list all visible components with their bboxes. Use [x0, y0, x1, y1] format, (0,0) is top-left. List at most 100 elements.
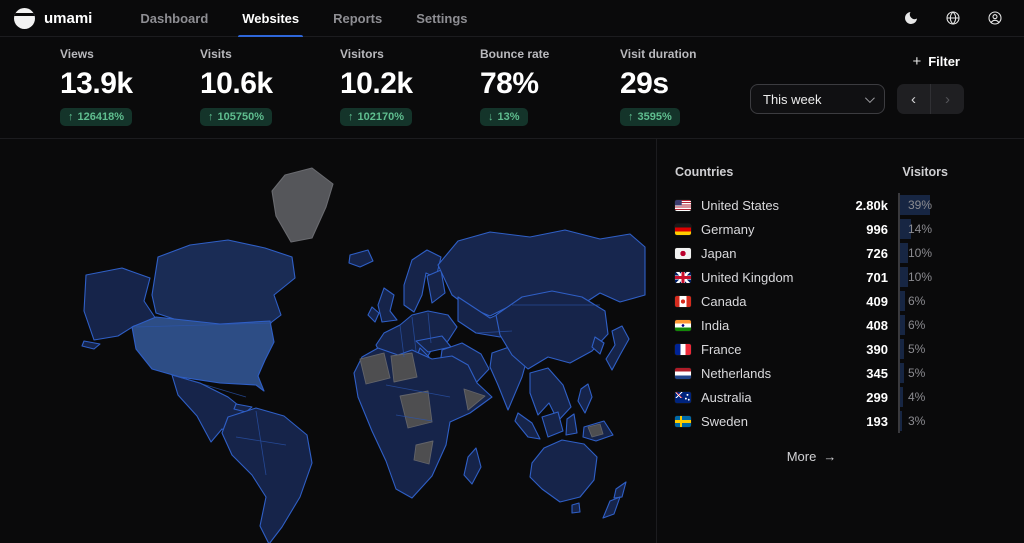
- map-region-nz-south[interactable]: [603, 497, 620, 518]
- metric-label: Views: [60, 47, 152, 61]
- percent-cell: 5%: [898, 361, 948, 385]
- metric-visit-duration: Visit duration 29s ↑3595%: [620, 47, 712, 126]
- metric-change-badge: ↑3595%: [620, 108, 680, 126]
- metric-value: 10.6k: [200, 67, 292, 100]
- map-region-se-asia[interactable]: [530, 368, 571, 421]
- flag-icon-us: [675, 200, 691, 211]
- map-region-nz-north[interactable]: [614, 482, 626, 498]
- metric-label: Visitors: [340, 47, 432, 61]
- map-region-tasmania[interactable]: [572, 503, 580, 513]
- theme-toggle-moon-icon[interactable]: [900, 7, 922, 29]
- profile-user-icon[interactable]: [984, 7, 1006, 29]
- arrow-up-icon: ↑: [68, 111, 74, 123]
- chevron-down-icon: [865, 93, 875, 103]
- metric-value: 29s: [620, 67, 712, 100]
- metric-visitors: Visitors 10.2k ↑102170%: [340, 47, 432, 126]
- world-map[interactable]: [60, 145, 646, 543]
- flag-icon-nl: [675, 368, 691, 379]
- metric-change-badge: ↑105750%: [200, 108, 272, 126]
- nav-item-dashboard[interactable]: Dashboard: [126, 0, 222, 37]
- map-region-philippines[interactable]: [578, 384, 592, 413]
- language-globe-icon[interactable]: [942, 7, 964, 29]
- map-region-iceland[interactable]: [349, 250, 373, 267]
- country-row-canada[interactable]: Canada 409 6%: [675, 289, 948, 313]
- map-region-ireland[interactable]: [368, 307, 379, 322]
- arrow-down-icon: ↓: [488, 111, 494, 123]
- metric-views: Views 13.9k ↑126418%: [60, 47, 152, 126]
- brand[interactable]: umami: [14, 8, 92, 29]
- percent-cell: 39%: [898, 193, 948, 217]
- metric-label: Visit duration: [620, 47, 712, 61]
- map-nodata-sahara-west[interactable]: [360, 353, 390, 384]
- percent-cell: 6%: [898, 313, 948, 337]
- map-region-canada[interactable]: [152, 240, 295, 331]
- nav-item-reports[interactable]: Reports: [319, 0, 396, 37]
- world-map-panel: [60, 139, 656, 543]
- country-row-netherlands[interactable]: Netherlands 345 5%: [675, 361, 948, 385]
- arrow-up-icon: ↑: [348, 111, 354, 123]
- metric-bounce-rate: Bounce rate 78% ↓13%: [480, 47, 572, 126]
- country-row-japan[interactable]: Japan 726 10%: [675, 241, 948, 265]
- country-row-australia[interactable]: Australia 299 4%: [675, 385, 948, 409]
- country-row-united-states[interactable]: United States 2.80k 39%: [675, 193, 948, 217]
- percent-cell: 5%: [898, 337, 948, 361]
- map-region-uk[interactable]: [378, 288, 397, 322]
- filter-button[interactable]: + Filter: [908, 51, 964, 72]
- flag-icon-in: [675, 320, 691, 331]
- map-region-sulawesi[interactable]: [566, 414, 577, 435]
- percent-cell: 10%: [898, 241, 948, 265]
- metrics-bar: Views 13.9k ↑126418% Visits 10.6k ↑10575…: [60, 37, 964, 138]
- next-period-button[interactable]: ›: [931, 84, 964, 114]
- date-range-value: This week: [763, 92, 822, 107]
- map-region-japan[interactable]: [606, 326, 629, 370]
- percent-cell: 10%: [898, 265, 948, 289]
- arrow-up-icon: ↑: [628, 111, 634, 123]
- flag-icon-ca: [675, 296, 691, 307]
- date-range-select[interactable]: This week: [750, 84, 885, 114]
- metric-change-badge: ↑102170%: [340, 108, 412, 126]
- countries-panel: Countries Visitors United States 2.80k 3…: [657, 139, 964, 543]
- metric-value: 78%: [480, 67, 572, 100]
- visitors-header: Visitors: [902, 165, 948, 179]
- header-actions: [900, 7, 1006, 29]
- flag-icon-jp: [675, 248, 691, 259]
- map-region-sumatra[interactable]: [515, 413, 540, 439]
- main-nav: Dashboard Websites Reports Settings: [126, 0, 481, 37]
- country-row-india[interactable]: India 408 6%: [675, 313, 948, 337]
- country-row-germany[interactable]: Germany 996 14%: [675, 217, 948, 241]
- plus-icon: +: [912, 53, 921, 70]
- date-pager: ‹ ›: [897, 84, 964, 114]
- nav-item-settings[interactable]: Settings: [402, 0, 481, 37]
- flag-icon-se: [675, 416, 691, 427]
- metric-change-badge: ↑126418%: [60, 108, 132, 126]
- map-region-aleutians[interactable]: [82, 341, 100, 349]
- map-region-usa[interactable]: [132, 317, 274, 391]
- top-navbar: umami Dashboard Websites Reports Setting…: [0, 0, 1024, 37]
- map-region-greenland[interactable]: [272, 168, 333, 242]
- arrow-right-icon: →: [823, 449, 836, 464]
- metric-label: Bounce rate: [480, 47, 572, 61]
- map-region-australia[interactable]: [530, 440, 597, 502]
- map-region-south-america[interactable]: [222, 408, 312, 543]
- metric-visits: Visits 10.6k ↑105750%: [200, 47, 292, 126]
- arrow-up-icon: ↑: [208, 111, 214, 123]
- map-nodata-sahara-east[interactable]: [391, 353, 417, 382]
- metric-label: Visits: [200, 47, 292, 61]
- country-row-france[interactable]: France 390 5%: [675, 337, 948, 361]
- umami-logo-icon: [14, 8, 35, 29]
- metric-value: 10.2k: [340, 67, 432, 100]
- percent-cell: 14%: [898, 217, 948, 241]
- more-button[interactable]: More →: [675, 449, 948, 464]
- nav-item-websites[interactable]: Websites: [228, 0, 313, 37]
- percent-cell: 6%: [898, 289, 948, 313]
- flag-icon-fr: [675, 344, 691, 355]
- percent-cell: 3%: [898, 409, 948, 433]
- flag-icon-de: [675, 224, 691, 235]
- map-region-madagascar[interactable]: [464, 448, 481, 484]
- countries-header: Countries: [675, 165, 733, 179]
- prev-period-button[interactable]: ‹: [897, 84, 930, 114]
- country-row-united-kingdom[interactable]: United Kingdom 701 10%: [675, 265, 948, 289]
- country-row-sweden[interactable]: Sweden 193 3%: [675, 409, 948, 433]
- flag-icon-au: [675, 392, 691, 403]
- metric-change-badge: ↓13%: [480, 108, 528, 126]
